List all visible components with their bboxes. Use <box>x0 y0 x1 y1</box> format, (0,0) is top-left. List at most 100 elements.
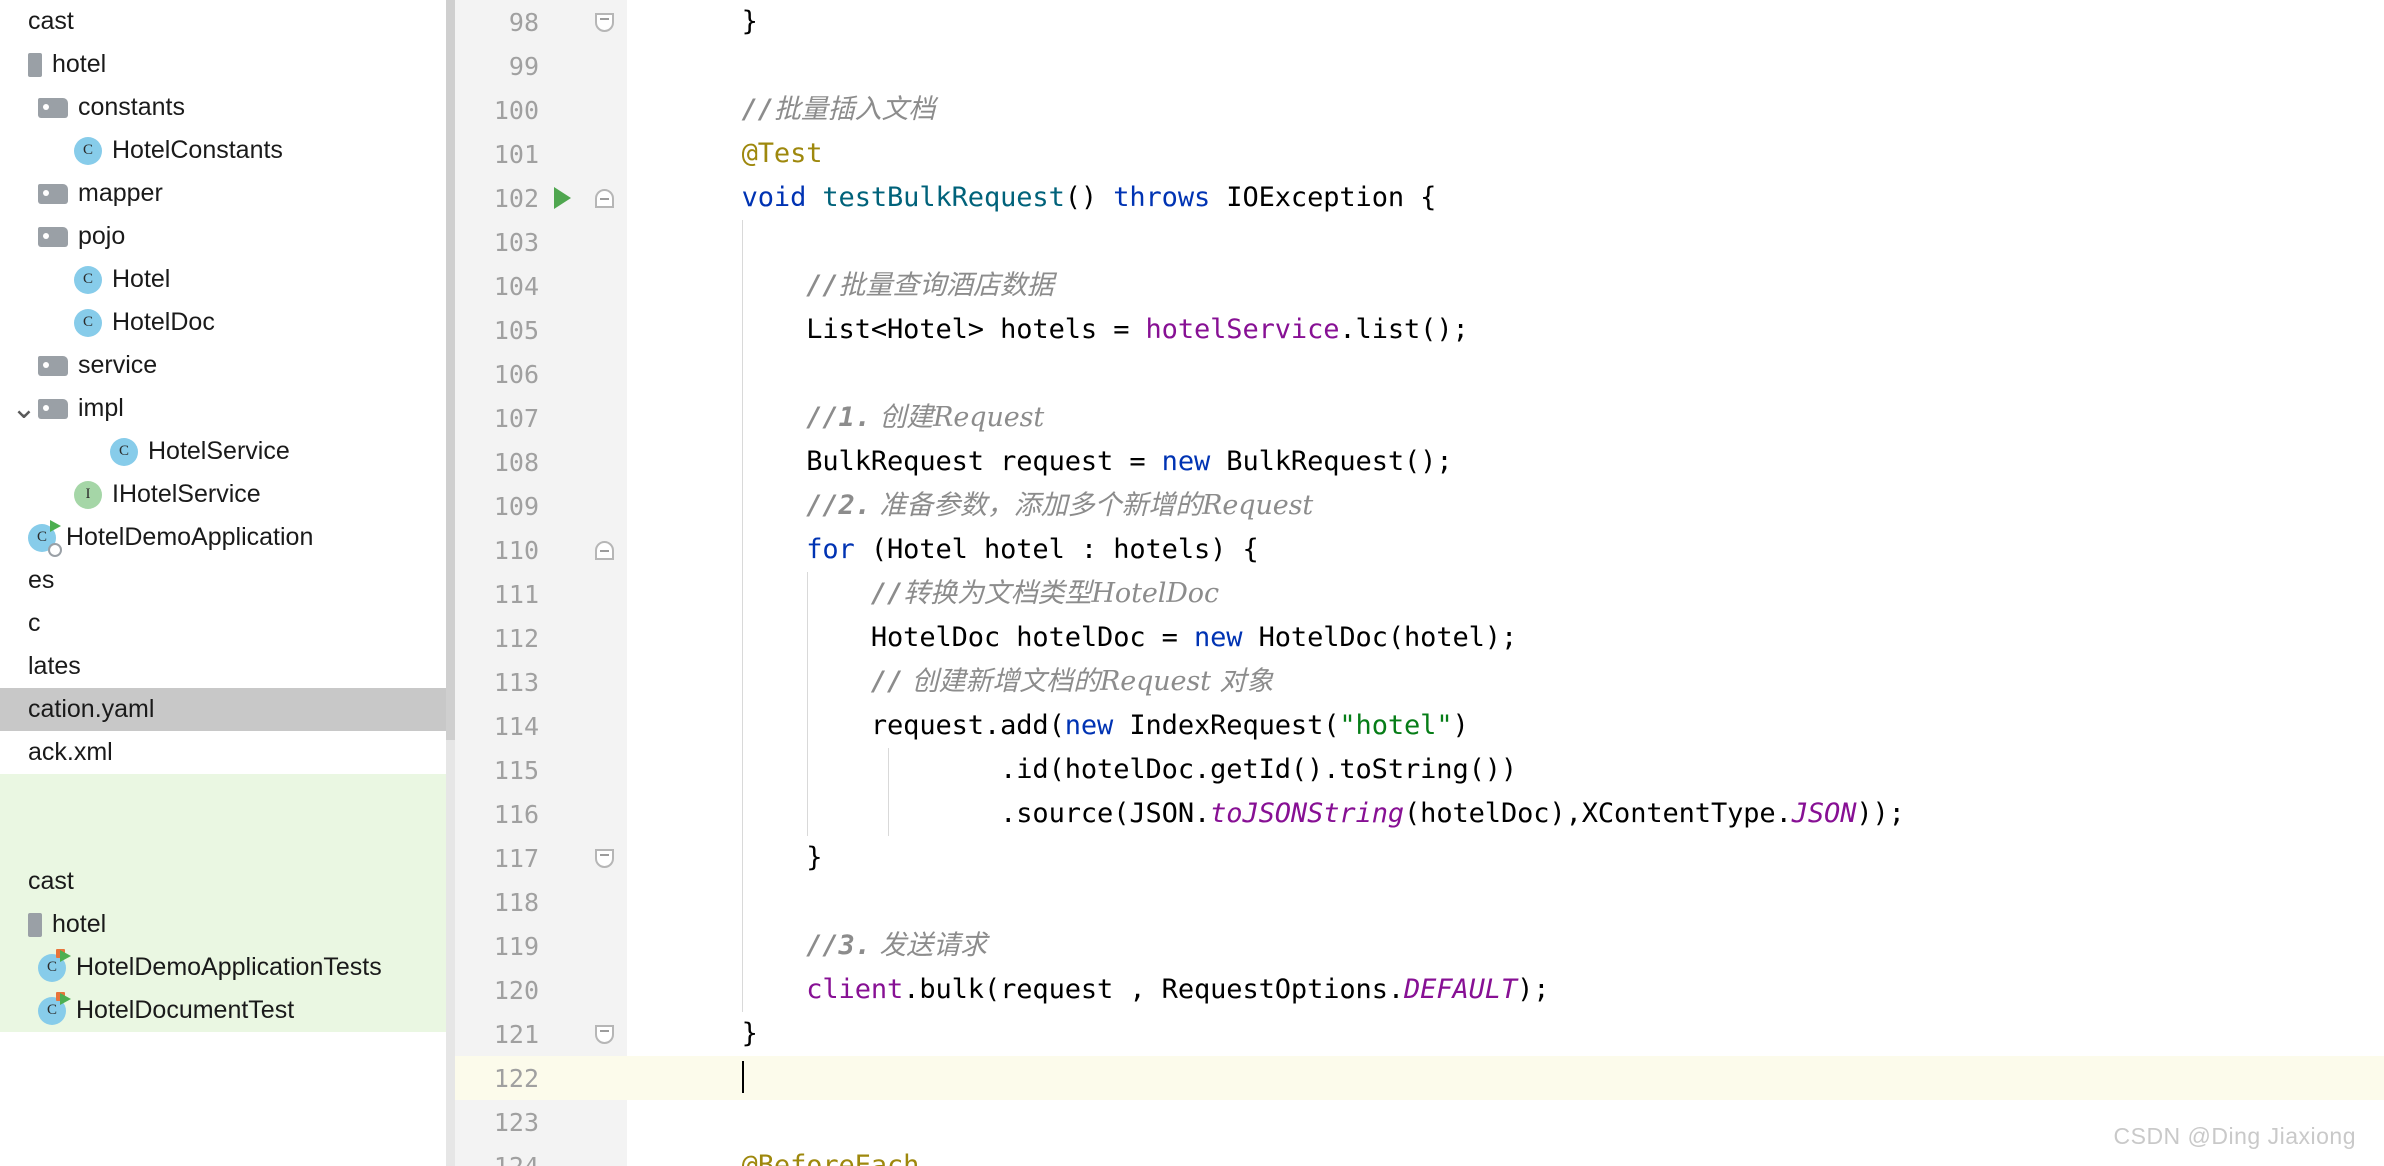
code-text[interactable] <box>627 880 2384 924</box>
code-text[interactable]: @Test <box>627 132 2384 176</box>
editor-gutter[interactable]: 99 <box>455 44 627 88</box>
code-text[interactable]: .source(JSON.toJSONString(hotelDoc),XCon… <box>627 792 2384 836</box>
code-text[interactable] <box>627 44 2384 88</box>
code-line[interactable]: 113 // 创建新增文档的Request 对象 <box>455 660 2384 704</box>
tree-item-hoteldemoapplication[interactable]: C HotelDemoApplication <box>0 516 455 559</box>
editor-gutter[interactable]: 120 <box>455 968 627 1012</box>
code-line[interactable]: 103 <box>455 220 2384 264</box>
sidebar-scrollbar-thumb[interactable] <box>446 0 455 740</box>
tree-item-pojo[interactable]: pojo <box>0 215 455 258</box>
code-text[interactable]: BulkRequest request = new BulkRequest(); <box>627 440 2384 484</box>
code-line[interactable]: 98 } <box>455 0 2384 44</box>
code-line[interactable]: 109 //2. 准备参数，添加多个新增的Request <box>455 484 2384 528</box>
code-line[interactable]: 116 .source(JSON.toJSONString(hotelDoc),… <box>455 792 2384 836</box>
code-text[interactable]: } <box>627 1012 2384 1056</box>
code-line[interactable]: 102 void testBulkRequest() throws IOExce… <box>455 176 2384 220</box>
code-line[interactable]: 118 <box>455 880 2384 924</box>
editor-gutter[interactable]: 106 <box>455 352 627 396</box>
code-line[interactable]: 100 //批量插入文档 <box>455 88 2384 132</box>
code-text[interactable]: .id(hotelDoc.getId().toString()) <box>627 748 2384 792</box>
tree-item-cast[interactable]: cast <box>0 0 455 43</box>
sidebar-scrollbar[interactable] <box>446 0 455 1166</box>
editor-gutter[interactable]: 110 <box>455 528 627 572</box>
code-text[interactable]: request.add(new IndexRequest("hotel") <box>627 704 2384 748</box>
code-line[interactable]: 110 for (Hotel hotel : hotels) { <box>455 528 2384 572</box>
editor-gutter[interactable]: 112 <box>455 616 627 660</box>
code-line[interactable]: 112 HotelDoc hotelDoc = new HotelDoc(hot… <box>455 616 2384 660</box>
code-fold-bottom-icon[interactable] <box>582 1024 627 1044</box>
code-text[interactable]: //1. 创建Request <box>627 396 2384 440</box>
tree-item-hoteldocumenttest[interactable]: C HotelDocumentTest <box>0 989 455 1032</box>
code-line[interactable]: 117 } <box>455 836 2384 880</box>
code-line[interactable]: 106 <box>455 352 2384 396</box>
editor-gutter[interactable]: 122 <box>455 1056 627 1100</box>
editor-gutter[interactable]: 116 <box>455 792 627 836</box>
tree-item-hoteldoc[interactable]: C HotelDoc <box>0 301 455 344</box>
tree-item-impl[interactable]: ⌄ impl <box>0 387 455 430</box>
editor-gutter[interactable]: 113 <box>455 660 627 704</box>
code-text[interactable] <box>627 220 2384 264</box>
tree-item-ihotelservice[interactable]: I IHotelService <box>0 473 455 516</box>
code-line[interactable]: 107 //1. 创建Request <box>455 396 2384 440</box>
code-text[interactable]: client.bulk(request , RequestOptions.DEF… <box>627 968 2384 1012</box>
code-text[interactable] <box>627 1056 2384 1100</box>
editor-gutter[interactable]: 109 <box>455 484 627 528</box>
tree-item-cation-yaml[interactable]: cation.yaml <box>0 688 455 731</box>
editor-gutter[interactable]: 104 <box>455 264 627 308</box>
editor-gutter[interactable]: 111 <box>455 572 627 616</box>
code-lines-container[interactable]: 98 } 99 100 //批量插入文档 101 @Test 102 void test… <box>455 0 2384 1166</box>
code-line[interactable]: 115 .id(hotelDoc.getId().toString()) <box>455 748 2384 792</box>
tree-item-ack-xml[interactable]: ack.xml <box>0 731 455 774</box>
editor-gutter[interactable]: 118 <box>455 880 627 924</box>
code-text[interactable]: } <box>627 836 2384 880</box>
code-line[interactable]: 111 //转换为文档类型HotelDoc <box>455 572 2384 616</box>
code-text[interactable]: //2. 准备参数，添加多个新增的Request <box>627 484 2384 528</box>
code-text[interactable]: //3. 发送请求 <box>627 924 2384 968</box>
editor-gutter[interactable]: 98 <box>455 0 627 44</box>
tree-item-hotelservice[interactable]: C HotelService <box>0 430 455 473</box>
tree-item-hotel[interactable]: hotel <box>0 43 455 86</box>
code-text[interactable]: List<Hotel> hotels = hotelService.list()… <box>627 308 2384 352</box>
editor-gutter[interactable]: 101 <box>455 132 627 176</box>
code-fold-bottom-icon[interactable] <box>582 12 627 32</box>
tree-item-lates[interactable]: lates <box>0 645 455 688</box>
editor-gutter[interactable]: 121 <box>455 1012 627 1056</box>
editor-gutter[interactable]: 117 <box>455 836 627 880</box>
tree-item-cast[interactable]: cast <box>0 860 455 903</box>
code-line[interactable]: 101 @Test <box>455 132 2384 176</box>
editor-gutter[interactable]: 100 <box>455 88 627 132</box>
code-line[interactable]: 124 @BeforeEach <box>455 1144 2384 1166</box>
code-text[interactable]: //批量插入文档 <box>627 88 2384 132</box>
editor-gutter[interactable]: 105 <box>455 308 627 352</box>
code-line[interactable]: 123 <box>455 1100 2384 1144</box>
chevron-down-icon[interactable]: ⌄ <box>10 393 38 423</box>
tree-item-service[interactable]: service <box>0 344 455 387</box>
project-tree-panel[interactable]: cast hotel constants C HotelConstants mapper p… <box>0 0 455 1166</box>
code-text[interactable]: //批量查询酒店数据 <box>627 264 2384 308</box>
code-fold-top-icon[interactable] <box>582 188 627 208</box>
code-line[interactable]: 99 <box>455 44 2384 88</box>
tree-item-mapper[interactable]: mapper <box>0 172 455 215</box>
editor-gutter[interactable]: 119 <box>455 924 627 968</box>
code-text[interactable] <box>627 352 2384 396</box>
code-line[interactable]: 114 request.add(new IndexRequest("hotel"… <box>455 704 2384 748</box>
code-text[interactable]: //转换为文档类型HotelDoc <box>627 572 2384 616</box>
tree-item-c[interactable]: c <box>0 602 455 645</box>
code-line[interactable]: 119 //3. 发送请求 <box>455 924 2384 968</box>
tree-item-hotel[interactable]: C Hotel <box>0 258 455 301</box>
code-text[interactable]: HotelDoc hotelDoc = new HotelDoc(hotel); <box>627 616 2384 660</box>
code-text[interactable]: for (Hotel hotel : hotels) { <box>627 528 2384 572</box>
code-line[interactable]: 104 //批量查询酒店数据 <box>455 264 2384 308</box>
code-line[interactable]: 120 client.bulk(request , RequestOptions… <box>455 968 2384 1012</box>
editor-gutter[interactable]: 107 <box>455 396 627 440</box>
editor-gutter[interactable]: 115 <box>455 748 627 792</box>
editor-gutter[interactable]: 108 <box>455 440 627 484</box>
tree-item-hotelconstants[interactable]: C HotelConstants <box>0 129 455 172</box>
editor-gutter[interactable]: 103 <box>455 220 627 264</box>
code-fold-top-icon[interactable] <box>582 540 627 560</box>
code-fold-bottom-icon[interactable] <box>582 848 627 868</box>
code-line[interactable]: 121 } <box>455 1012 2384 1056</box>
editor-gutter[interactable]: 102 <box>455 176 627 220</box>
editor-gutter[interactable]: 123 <box>455 1100 627 1144</box>
tree-item-constants[interactable]: constants <box>0 86 455 129</box>
